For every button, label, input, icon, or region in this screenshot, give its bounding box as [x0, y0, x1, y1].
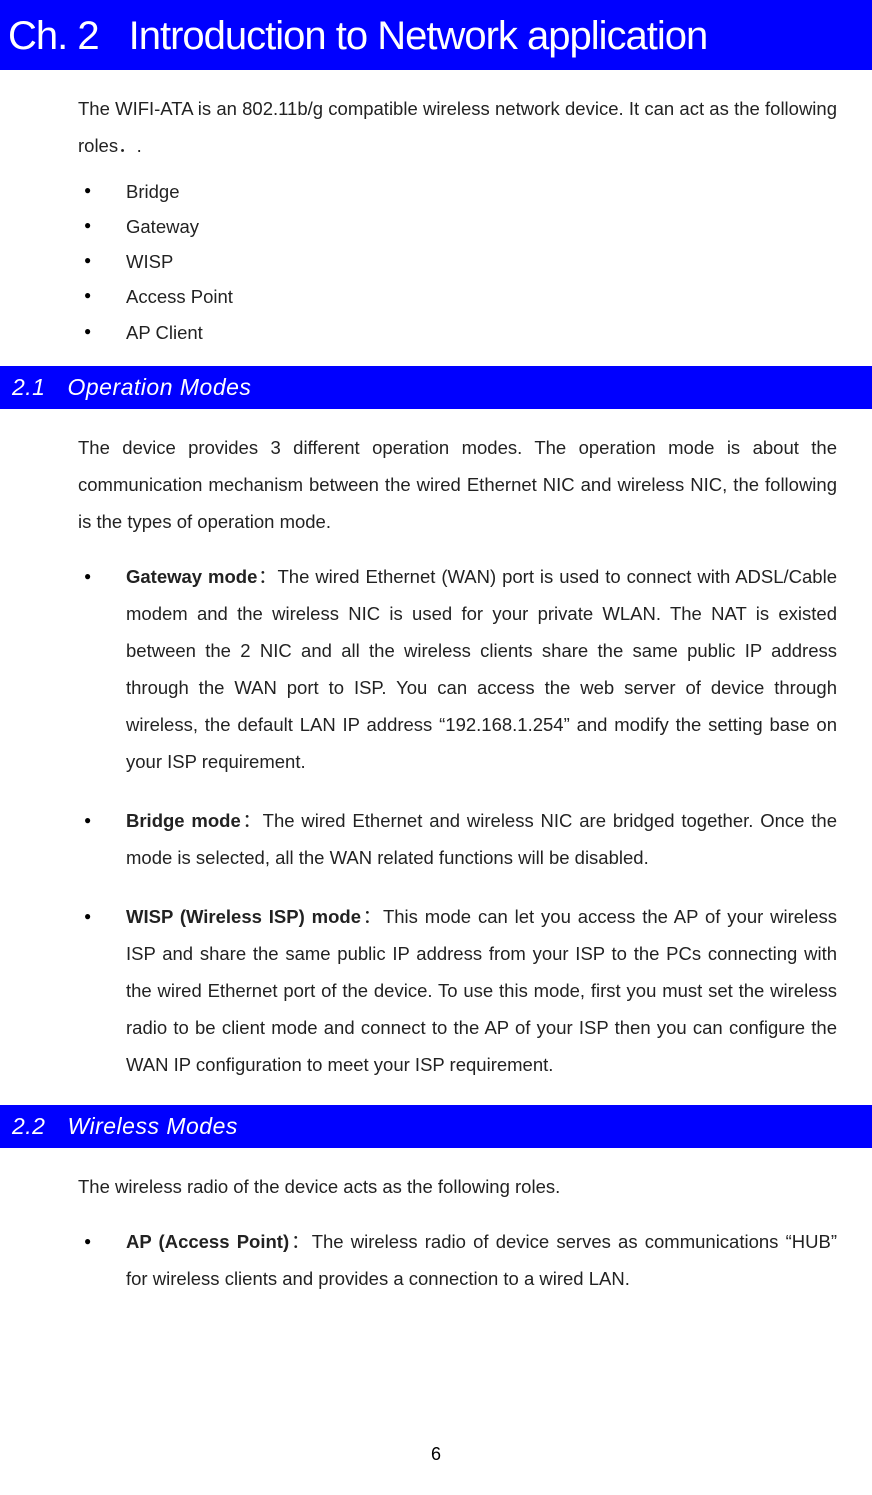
section-title: Operation Modes: [67, 374, 251, 400]
intro-text: The WIFI-ATA is an 802.11b/g compatible …: [78, 90, 837, 164]
section-2-1-intro: The device provides 3 different operatio…: [78, 429, 837, 540]
sep: ：: [241, 810, 263, 831]
section-heading-2-2: 2.2 Wireless Modes: [0, 1105, 872, 1148]
section-number: 2.1: [12, 374, 45, 400]
list-item: WISP: [84, 244, 837, 279]
role-label: Gateway: [126, 216, 199, 237]
page-number: 6: [0, 1444, 872, 1465]
section-heading-2-1: 2.1 Operation Modes: [0, 366, 872, 409]
operation-modes-list: Gateway mode：The wired Ethernet (WAN) po…: [78, 540, 837, 1083]
section-2-1-body: The device provides 3 different operatio…: [0, 409, 872, 1083]
role-label: Bridge: [126, 181, 179, 202]
role-label: WISP: [126, 251, 173, 272]
desc-wisp: This mode can let you access the AP of y…: [126, 906, 837, 1075]
term-wisp: WISP (Wireless ISP) mode: [126, 906, 361, 927]
desc-gateway: The wired Ethernet (WAN) port is used to…: [126, 566, 837, 772]
roles-list: Bridge Gateway WISP Access Point AP Clie…: [78, 164, 837, 362]
list-item: Bridge mode：The wired Ethernet and wirel…: [84, 802, 837, 876]
role-label: Access Point: [126, 286, 233, 307]
section-2-2-body: The wireless radio of the device acts as…: [0, 1148, 872, 1297]
list-item: Bridge: [84, 174, 837, 209]
sep: ：: [361, 906, 383, 927]
list-item: Gateway mode：The wired Ethernet (WAN) po…: [84, 558, 837, 780]
list-item: WISP (Wireless ISP) mode：This mode can l…: [84, 898, 837, 1083]
section-2-2-intro: The wireless radio of the device acts as…: [78, 1168, 837, 1205]
sep: ：: [257, 566, 277, 587]
term-gateway: Gateway mode: [126, 566, 257, 587]
chapter-title: Introduction to Network application: [129, 14, 708, 58]
list-item: Access Point: [84, 279, 837, 314]
intro-block: The WIFI-ATA is an 802.11b/g compatible …: [0, 70, 872, 362]
role-label: AP Client: [126, 322, 203, 343]
chapter-number: Ch. 2: [8, 14, 99, 58]
chapter-heading: Ch. 2 Introduction to Network application: [0, 0, 872, 70]
term-bridge: Bridge mode: [126, 810, 241, 831]
section-number: 2.2: [12, 1113, 45, 1139]
term-ap: AP (Access Point): [126, 1231, 289, 1252]
sep: ：: [289, 1231, 312, 1252]
list-item: Gateway: [84, 209, 837, 244]
section-title: Wireless Modes: [67, 1113, 237, 1139]
list-item: AP (Access Point)：The wireless radio of …: [84, 1223, 837, 1297]
list-item: AP Client: [84, 315, 837, 350]
wireless-modes-list: AP (Access Point)：The wireless radio of …: [78, 1205, 837, 1297]
